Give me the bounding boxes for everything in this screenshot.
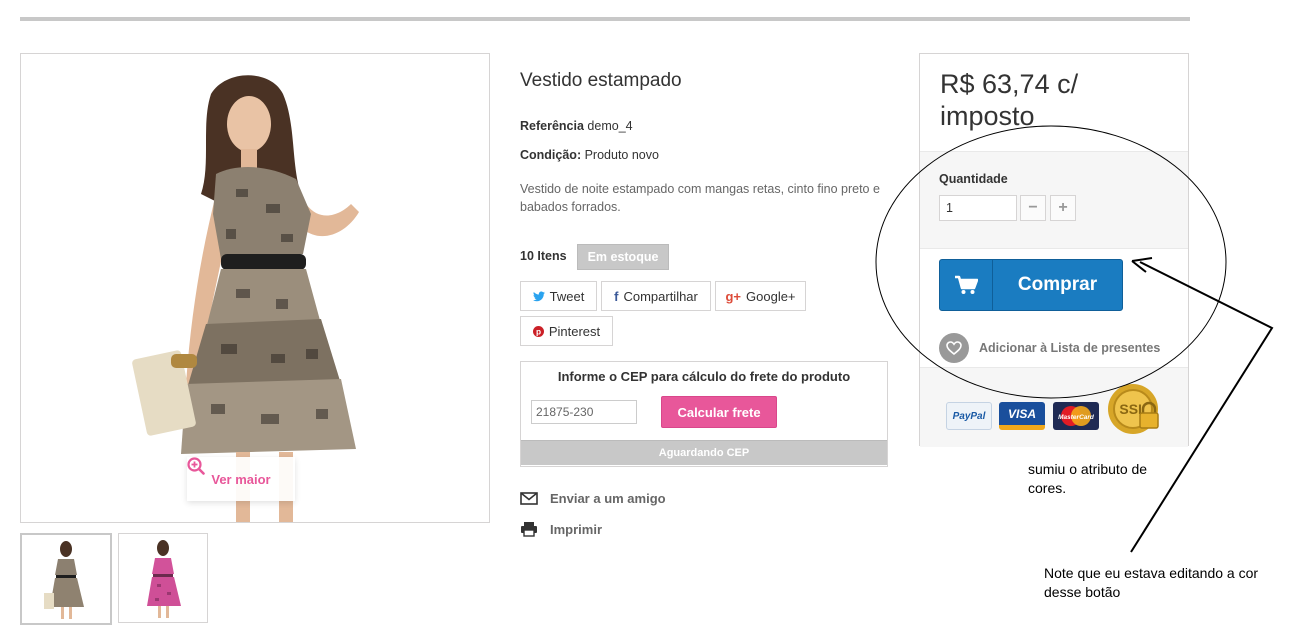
view-larger-label: Ver maior (211, 471, 271, 487)
shipping-calculator: Informe o CEP para cálculo do frete do p… (520, 361, 888, 467)
share-label: Compartilhar (623, 288, 698, 304)
buy-box: R$ 63,74 c/ imposto Quantidade 1 − + Com… (919, 53, 1189, 447)
product-description: Vestido de noite estampado com mangas re… (520, 182, 880, 214)
ssl-seal-icon: SSL (1105, 383, 1167, 444)
paypal-logo: PayPal (946, 402, 992, 430)
payment-logos: PayPal VISA MasterCard SSL (920, 367, 1188, 447)
product-price: R$ 63,74 c/ imposto (940, 69, 1079, 131)
heart-icon (939, 333, 969, 363)
facebook-icon: f (614, 288, 619, 304)
shipping-status: Aguardando CEP (521, 440, 887, 465)
thumbnail-2[interactable] (118, 533, 208, 623)
top-divider (20, 17, 1190, 21)
tweet-label: Tweet (549, 288, 585, 304)
google-plus-button[interactable]: g+ Google+ (715, 281, 806, 311)
quantity-minus-button[interactable]: − (1020, 195, 1046, 221)
reference-value: demo_4 (587, 119, 633, 133)
print-label: Imprimir (550, 521, 603, 537)
wishlist-label: Adicionar à Lista de presentes (979, 341, 1161, 355)
tweet-button[interactable]: Tweet (520, 281, 597, 311)
google-plus-icon: g+ (725, 288, 742, 304)
quantity-plus-button[interactable]: + (1050, 195, 1076, 221)
mastercard-logo: MasterCard (1053, 402, 1099, 430)
printer-icon (521, 522, 537, 537)
print-link[interactable]: Imprimir (520, 521, 602, 537)
condition-value: Produto novo (584, 148, 659, 162)
add-to-wishlist-link[interactable]: Adicionar à Lista de presentes (939, 333, 1160, 363)
condition-line: Condição: Produto novo (520, 148, 659, 162)
shipping-title: Informe o CEP para cálculo do frete do p… (557, 369, 851, 384)
quantity-input[interactable]: 1 (939, 195, 1017, 221)
buy-button-label: Comprar (1017, 274, 1098, 295)
svg-text:p: p (536, 327, 541, 336)
annotation-note-colors: sumiu o atributo de cores. (1028, 461, 1148, 496)
product-main-image[interactable]: Ver maior (20, 53, 490, 523)
send-to-friend-link[interactable]: Enviar a um amigo (520, 491, 666, 506)
view-larger-button[interactable]: Ver maior (187, 457, 295, 501)
reference-line: Referência demo_4 (520, 119, 633, 133)
visa-logo: VISA (999, 402, 1045, 430)
share-facebook-button[interactable]: f Compartilhar (601, 281, 711, 311)
quantity-label: Quantidade (939, 172, 1008, 186)
pinterest-button[interactable]: p Pinterest (520, 316, 613, 346)
reference-label: Referência (520, 119, 584, 133)
twitter-icon (532, 291, 545, 301)
envelope-icon (520, 492, 538, 505)
google-label: Google+ (746, 288, 796, 304)
send-to-friend-label: Enviar a um amigo (550, 491, 666, 506)
quantity-section: Quantidade 1 − + (920, 151, 1188, 249)
stock-status-badge: Em estoque (577, 244, 669, 270)
mastercard-text: MasterCard (1058, 414, 1095, 421)
annotation-note-button: Note que eu estava editando a cor desse … (1044, 565, 1259, 600)
calculate-shipping-button[interactable]: Calcular frete (661, 396, 777, 428)
thumbnail-1[interactable] (20, 533, 112, 625)
buy-button[interactable]: Comprar (939, 259, 1123, 311)
stock-count: 10 Itens (520, 249, 567, 263)
zoom-in-icon (187, 457, 205, 475)
pinterest-icon: p (532, 325, 544, 337)
condition-label: Condição: (520, 148, 582, 162)
product-title: Vestido estampado (520, 70, 682, 91)
cep-input[interactable]: 21875-230 (531, 400, 637, 424)
cart-icon (940, 260, 993, 310)
pinterest-label: Pinterest (548, 323, 601, 339)
